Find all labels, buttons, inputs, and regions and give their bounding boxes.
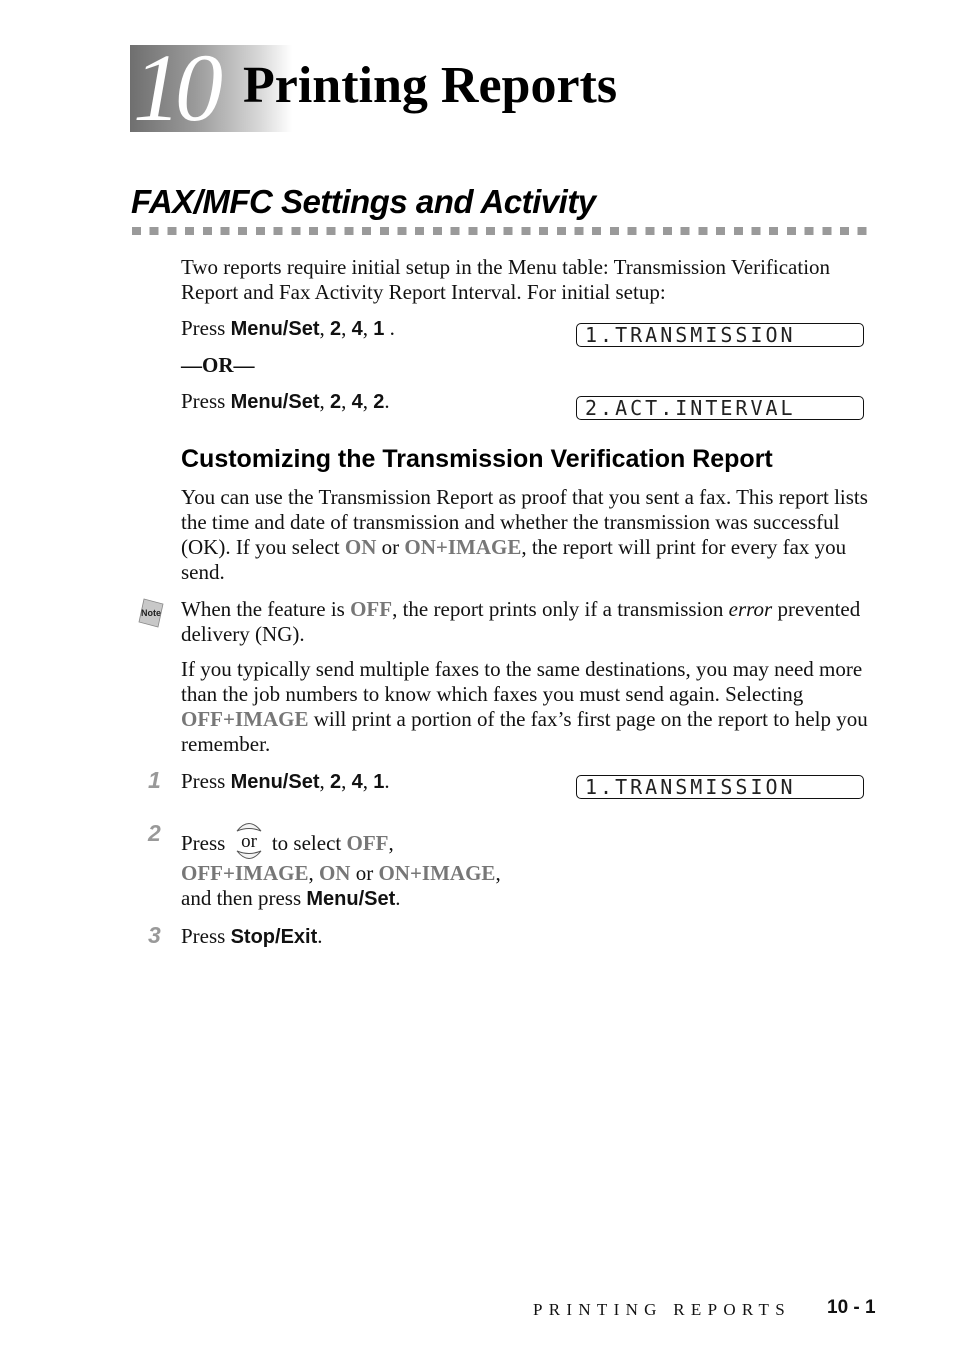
lcd-display-step-1: 1.TRANSMISSION [576, 775, 864, 799]
section-divider [132, 227, 874, 235]
off-image-paragraph: If you typically send multiple faxes to … [181, 657, 881, 757]
transmission-report-paragraph: You can use the Transmission Report as p… [181, 485, 881, 585]
separator: , [362, 316, 374, 340]
note-text: When the feature is OFF, the report prin… [181, 597, 881, 647]
press-text: Press [181, 924, 231, 948]
punctuation: . [317, 924, 323, 948]
punctuation: , [308, 861, 319, 885]
key-stop-exit: Stop/Exit [230, 926, 318, 948]
separator: , [341, 769, 352, 793]
option-off: OFF [350, 597, 393, 621]
step-1-text: Press Menu/Set, 2, 4, 1. [181, 769, 390, 795]
emphasis-error: error [728, 597, 773, 621]
separator: , [319, 316, 330, 340]
key-digit: 4 [351, 391, 363, 413]
note-icon-label: Note [141, 608, 161, 618]
separator: , [362, 389, 374, 413]
chapter-number: 10 [133, 34, 223, 141]
option-off: OFF [346, 830, 389, 855]
option-on: ON [318, 861, 351, 885]
press-text: Press [181, 769, 231, 793]
text: or [376, 535, 405, 559]
intro-press-2: Press Menu/Set, 2, 4, 2. [181, 389, 390, 415]
key-digit: 2 [330, 318, 342, 340]
key-digit: 1 [373, 318, 385, 340]
key-digit: 2 [330, 771, 342, 793]
step-number-2: 2 [148, 820, 161, 846]
text: or [350, 861, 379, 885]
or-glyph: or [241, 831, 258, 852]
option-off-image: OFF+IMAGE [181, 861, 309, 885]
separator: , [319, 769, 330, 793]
lcd-display-transmission: 1.TRANSMISSION [576, 323, 864, 347]
punctuation: , [388, 830, 394, 855]
key-digit: 1 [373, 771, 385, 793]
step-3-text: Press Stop/Exit. [181, 924, 323, 950]
step-number-3: 3 [148, 922, 161, 948]
key-digit: 2 [330, 391, 342, 413]
press-text: Press [181, 316, 231, 340]
text: If you typically send multiple faxes to … [181, 657, 863, 706]
text: to select [271, 830, 347, 855]
key-menu-set: Menu/Set [306, 888, 396, 910]
chapter-title: Printing Reports [243, 57, 618, 114]
or-separator: —OR— [181, 353, 255, 377]
up-down-navigation-icon: or [236, 823, 261, 859]
press-text: Press [181, 389, 231, 413]
option-on: ON [344, 535, 377, 559]
lcd-display-act-interval: 2.ACT.INTERVAL [576, 396, 864, 420]
punctuation: . [384, 316, 395, 340]
text: and then press [181, 886, 307, 910]
intro-press-1: Press Menu/Set, 2, 4, 1 . [181, 316, 395, 342]
punctuation: , [495, 861, 501, 885]
separator: , [319, 389, 330, 413]
option-on-image: ON+IMAGE [404, 535, 522, 559]
text: , the report prints only if a transmissi… [392, 597, 729, 621]
step-number-1: 1 [148, 767, 161, 793]
separator: , [362, 769, 374, 793]
running-footer: PRINTING REPORTS [533, 1300, 791, 1319]
key-digit: 4 [351, 771, 363, 793]
option-off-image: OFF+IMAGE [181, 707, 309, 731]
separator: , [341, 389, 352, 413]
punctuation: . [384, 769, 390, 793]
key-menu-set: Menu/Set [230, 318, 320, 340]
punctuation: . [395, 886, 401, 910]
page-number: 10 - 1 [827, 1297, 876, 1318]
key-menu-set: Menu/Set [230, 771, 320, 793]
section-title: FAX/MFC Settings and Activity [131, 183, 596, 220]
key-digit: 2 [373, 391, 385, 413]
step-2-line-2: OFF+IMAGE, ON or ON+IMAGE, [181, 861, 501, 886]
step-2-line-3: and then press Menu/Set. [181, 886, 401, 912]
key-digit: 4 [351, 318, 363, 340]
press-text: Press [181, 830, 231, 855]
key-menu-set: Menu/Set [230, 391, 320, 413]
punctuation: . [384, 389, 390, 413]
intro-paragraph: Two reports require initial setup in the… [181, 255, 831, 304]
subsection-title: Customizing the Transmission Verificatio… [181, 445, 773, 473]
text: When the feature is [181, 597, 351, 621]
option-on-image: ON+IMAGE [378, 861, 496, 885]
note-icon: Note [138, 598, 164, 628]
separator: , [341, 316, 352, 340]
